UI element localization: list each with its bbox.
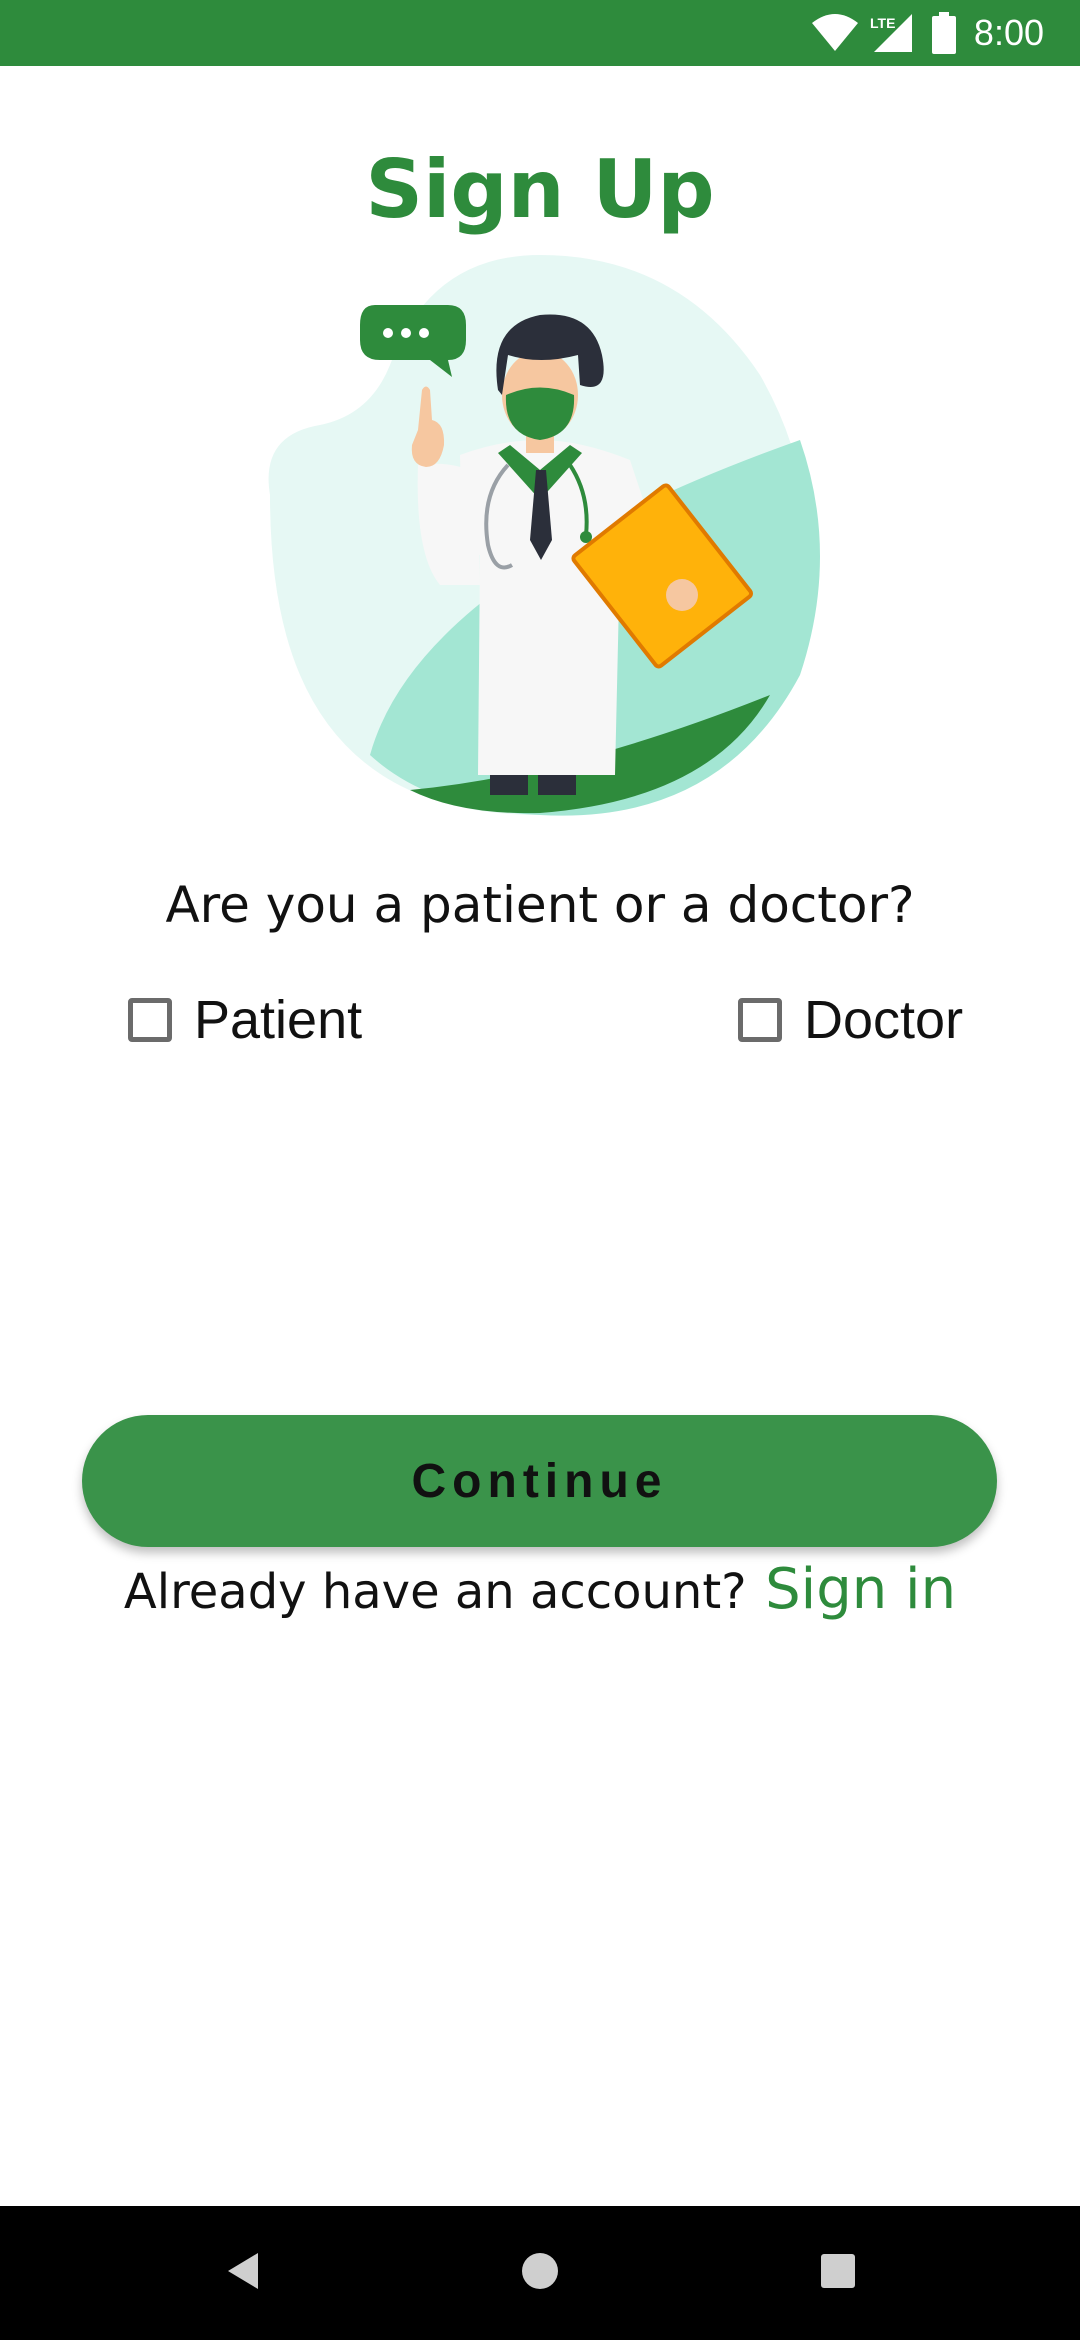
doctor-option[interactable]: Doctor [738,985,963,1055]
patient-checkbox[interactable] [128,998,172,1042]
back-button[interactable] [162,2206,322,2340]
role-question: Are you a patient or a doctor? [165,876,915,934]
battery-icon [931,12,956,54]
recents-icon [820,2253,856,2294]
patient-label[interactable]: Patient [194,989,362,1051]
doctor-illustration [240,255,840,825]
signin-row: Already have an account? Sign in [0,1555,1080,1639]
doctor-label[interactable]: Doctor [804,989,963,1051]
signin-link[interactable]: Sign in [765,1557,956,1622]
signin-prompt: Already have an account? [123,1564,747,1620]
page-title: Sign Up [365,143,715,236]
navigation-bar [0,2206,1080,2340]
status-icons: LTE 8:00 [810,0,1044,66]
recents-button[interactable] [758,2206,918,2340]
doctor-checkbox[interactable] [738,998,782,1042]
continue-button[interactable]: Continue [82,1415,997,1547]
status-bar: LTE 8:00 [0,0,1080,66]
home-button[interactable] [460,2206,620,2340]
home-icon [520,2251,560,2296]
network-label: LTE [870,15,895,31]
lte-signal-icon: LTE [870,12,914,54]
continue-label: Continue [411,1454,668,1508]
back-icon [224,2251,260,2296]
status-time: 8:00 [973,12,1044,53]
patient-option[interactable]: Patient [128,985,362,1055]
wifi-icon [810,13,860,53]
